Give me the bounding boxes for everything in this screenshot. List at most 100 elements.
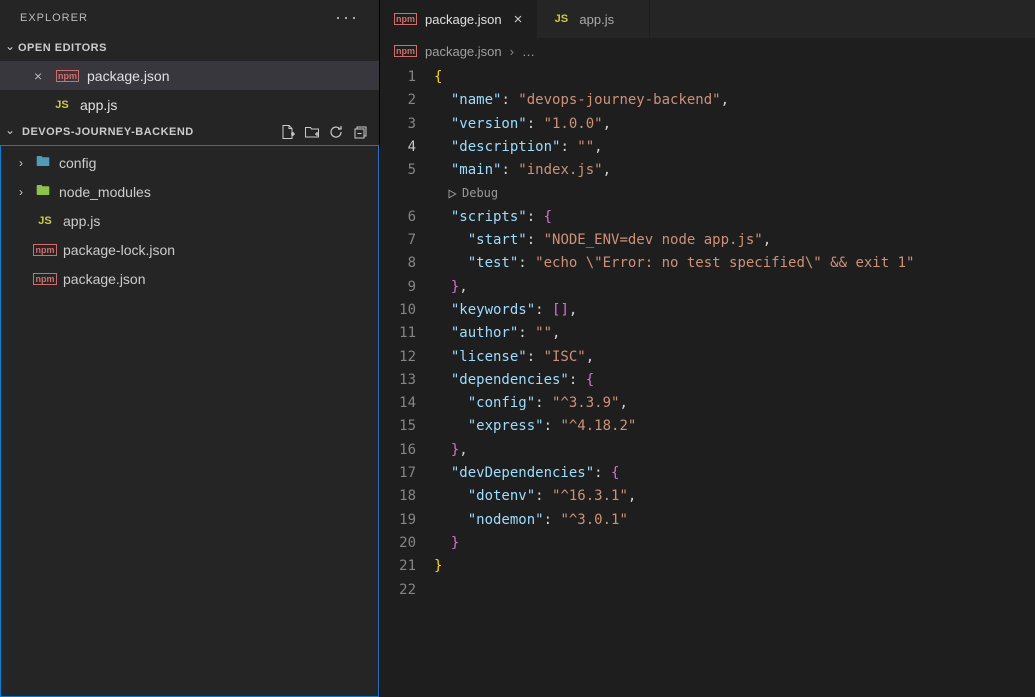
js-icon: JS (33, 213, 57, 229)
js-icon: JS (551, 11, 571, 27)
line-number: 14 (380, 392, 416, 415)
chevron-right-icon (15, 156, 27, 170)
open-editors-label: OPEN EDITORS (18, 42, 107, 54)
npm-icon: npm (33, 273, 57, 285)
code-line[interactable]: "license": "ISC", (434, 346, 1035, 369)
breadcrumb-separator: › (510, 44, 514, 59)
editor-tab[interactable]: npm package.json × (380, 0, 537, 38)
npm-icon: npm (56, 70, 79, 82)
code-line[interactable]: "nodemon": "^3.0.1" (434, 509, 1035, 532)
line-number: 16 (380, 439, 416, 462)
tree-file[interactable]: npm package.json (1, 264, 378, 293)
code-content[interactable]: { "name": "devops-journey-backend", "ver… (434, 66, 1035, 697)
line-number: 4 (380, 136, 416, 159)
tree-folder[interactable]: 🖿 node_modules (1, 177, 378, 206)
new-file-icon[interactable] (279, 123, 297, 141)
file-name: app.js (80, 97, 117, 113)
project-header[interactable]: DEVOPS-JOURNEY-BACKEND (0, 119, 379, 145)
file-name: app.js (63, 213, 100, 229)
line-number: 17 (380, 462, 416, 485)
code-line[interactable]: "author": "", (434, 322, 1035, 345)
line-number: 21 (380, 555, 416, 578)
tree-folder[interactable]: 🖿 config (1, 148, 378, 177)
js-icon: JS (52, 97, 72, 113)
npm-icon: npm (394, 13, 417, 25)
breadcrumb-more[interactable]: … (522, 44, 535, 59)
refresh-icon[interactable] (327, 123, 345, 141)
file-tree: 🖿 config 🖿 node_modulesJS app.js npm package-l… (0, 145, 379, 697)
project-actions (279, 123, 379, 141)
file-name: package.json (87, 68, 170, 84)
code-editor[interactable]: 12345 678910111213141516171819202122 { "… (380, 64, 1035, 697)
explorer-header: EXPLORER ··· (0, 0, 379, 35)
breadcrumb-item[interactable]: package.json (425, 44, 502, 59)
npm-icon: npm (33, 244, 57, 256)
folder-node-modules-icon: 🖿 (33, 180, 53, 204)
tab-label: package.json (425, 12, 502, 27)
explorer-sidebar: EXPLORER ··· OPEN EDITORS × npm package.js… (0, 0, 380, 697)
code-line[interactable]: }, (434, 439, 1035, 462)
code-line[interactable]: "main": "index.js", (434, 159, 1035, 182)
chevron-right-icon (15, 185, 27, 199)
open-editors-list: × npm package.json JS app.js (0, 61, 379, 119)
tree-file[interactable]: JS app.js (1, 206, 378, 235)
close-icon[interactable]: × (514, 11, 523, 28)
folder-config-icon: 🖿 (33, 151, 53, 175)
code-line[interactable]: "dependencies": { (434, 369, 1035, 392)
code-line[interactable]: "description": "", (434, 136, 1035, 159)
code-line[interactable]: "dotenv": "^16.3.1", (434, 485, 1035, 508)
debug-codelens[interactable]: Debug (434, 182, 1035, 205)
line-number: 20 (380, 532, 416, 555)
editor-tabs: npm package.json × JS app.js × (380, 0, 1035, 38)
collapse-all-icon[interactable] (351, 123, 369, 141)
line-number: 3 (380, 113, 416, 136)
line-gutter: 12345 678910111213141516171819202122 (380, 66, 434, 697)
breadcrumbs[interactable]: npm package.json › … (380, 38, 1035, 64)
line-number: 1 (380, 66, 416, 89)
folder-name: config (59, 155, 96, 171)
line-number: 10 (380, 299, 416, 322)
open-editor-item[interactable]: × npm package.json (0, 61, 379, 90)
code-line[interactable]: "devDependencies": { (434, 462, 1035, 485)
open-editors-header[interactable]: OPEN EDITORS (0, 35, 379, 61)
open-editor-item[interactable]: JS app.js (0, 90, 379, 119)
explorer-title: EXPLORER (20, 12, 88, 24)
code-line[interactable]: { (434, 66, 1035, 89)
project-name: DEVOPS-JOURNEY-BACKEND (22, 126, 275, 138)
code-line[interactable]: "name": "devops-journey-backend", (434, 89, 1035, 112)
line-number: 13 (380, 369, 416, 392)
editor-tab[interactable]: JSapp.js× (537, 0, 649, 38)
code-line[interactable]: "keywords": [], (434, 299, 1035, 322)
npm-icon: npm (394, 45, 417, 57)
code-line[interactable]: } (434, 555, 1035, 578)
line-number: 6 (380, 206, 416, 229)
close-icon[interactable]: × (34, 68, 48, 84)
line-number: 5 (380, 159, 416, 182)
code-line[interactable]: "scripts": { (434, 206, 1035, 229)
code-line[interactable]: }, (434, 276, 1035, 299)
line-number: 8 (380, 252, 416, 275)
line-number: 7 (380, 229, 416, 252)
line-number: 19 (380, 509, 416, 532)
folder-name: node_modules (59, 184, 151, 200)
code-line[interactable]: } (434, 532, 1035, 555)
file-name: package-lock.json (63, 242, 175, 258)
tree-file[interactable]: npm package-lock.json (1, 235, 378, 264)
code-line[interactable]: "express": "^4.18.2" (434, 415, 1035, 438)
new-folder-icon[interactable] (303, 123, 321, 141)
code-line[interactable] (434, 579, 1035, 602)
line-number: 18 (380, 485, 416, 508)
more-actions-icon[interactable]: ··· (335, 7, 359, 28)
line-number: 9 (380, 276, 416, 299)
tab-label: app.js (579, 12, 614, 27)
line-number: 15 (380, 415, 416, 438)
code-line[interactable]: "version": "1.0.0", (434, 113, 1035, 136)
editor-pane: npm package.json × JS app.js × npm package.js… (380, 0, 1035, 697)
code-line[interactable]: "config": "^3.3.9", (434, 392, 1035, 415)
line-number: 22 (380, 579, 416, 602)
line-number: 11 (380, 322, 416, 345)
play-icon (446, 188, 458, 200)
file-name: package.json (63, 271, 146, 287)
code-line[interactable]: "test": "echo \"Error: no test specified… (434, 252, 1035, 275)
code-line[interactable]: "start": "NODE_ENV=dev node app.js", (434, 229, 1035, 252)
